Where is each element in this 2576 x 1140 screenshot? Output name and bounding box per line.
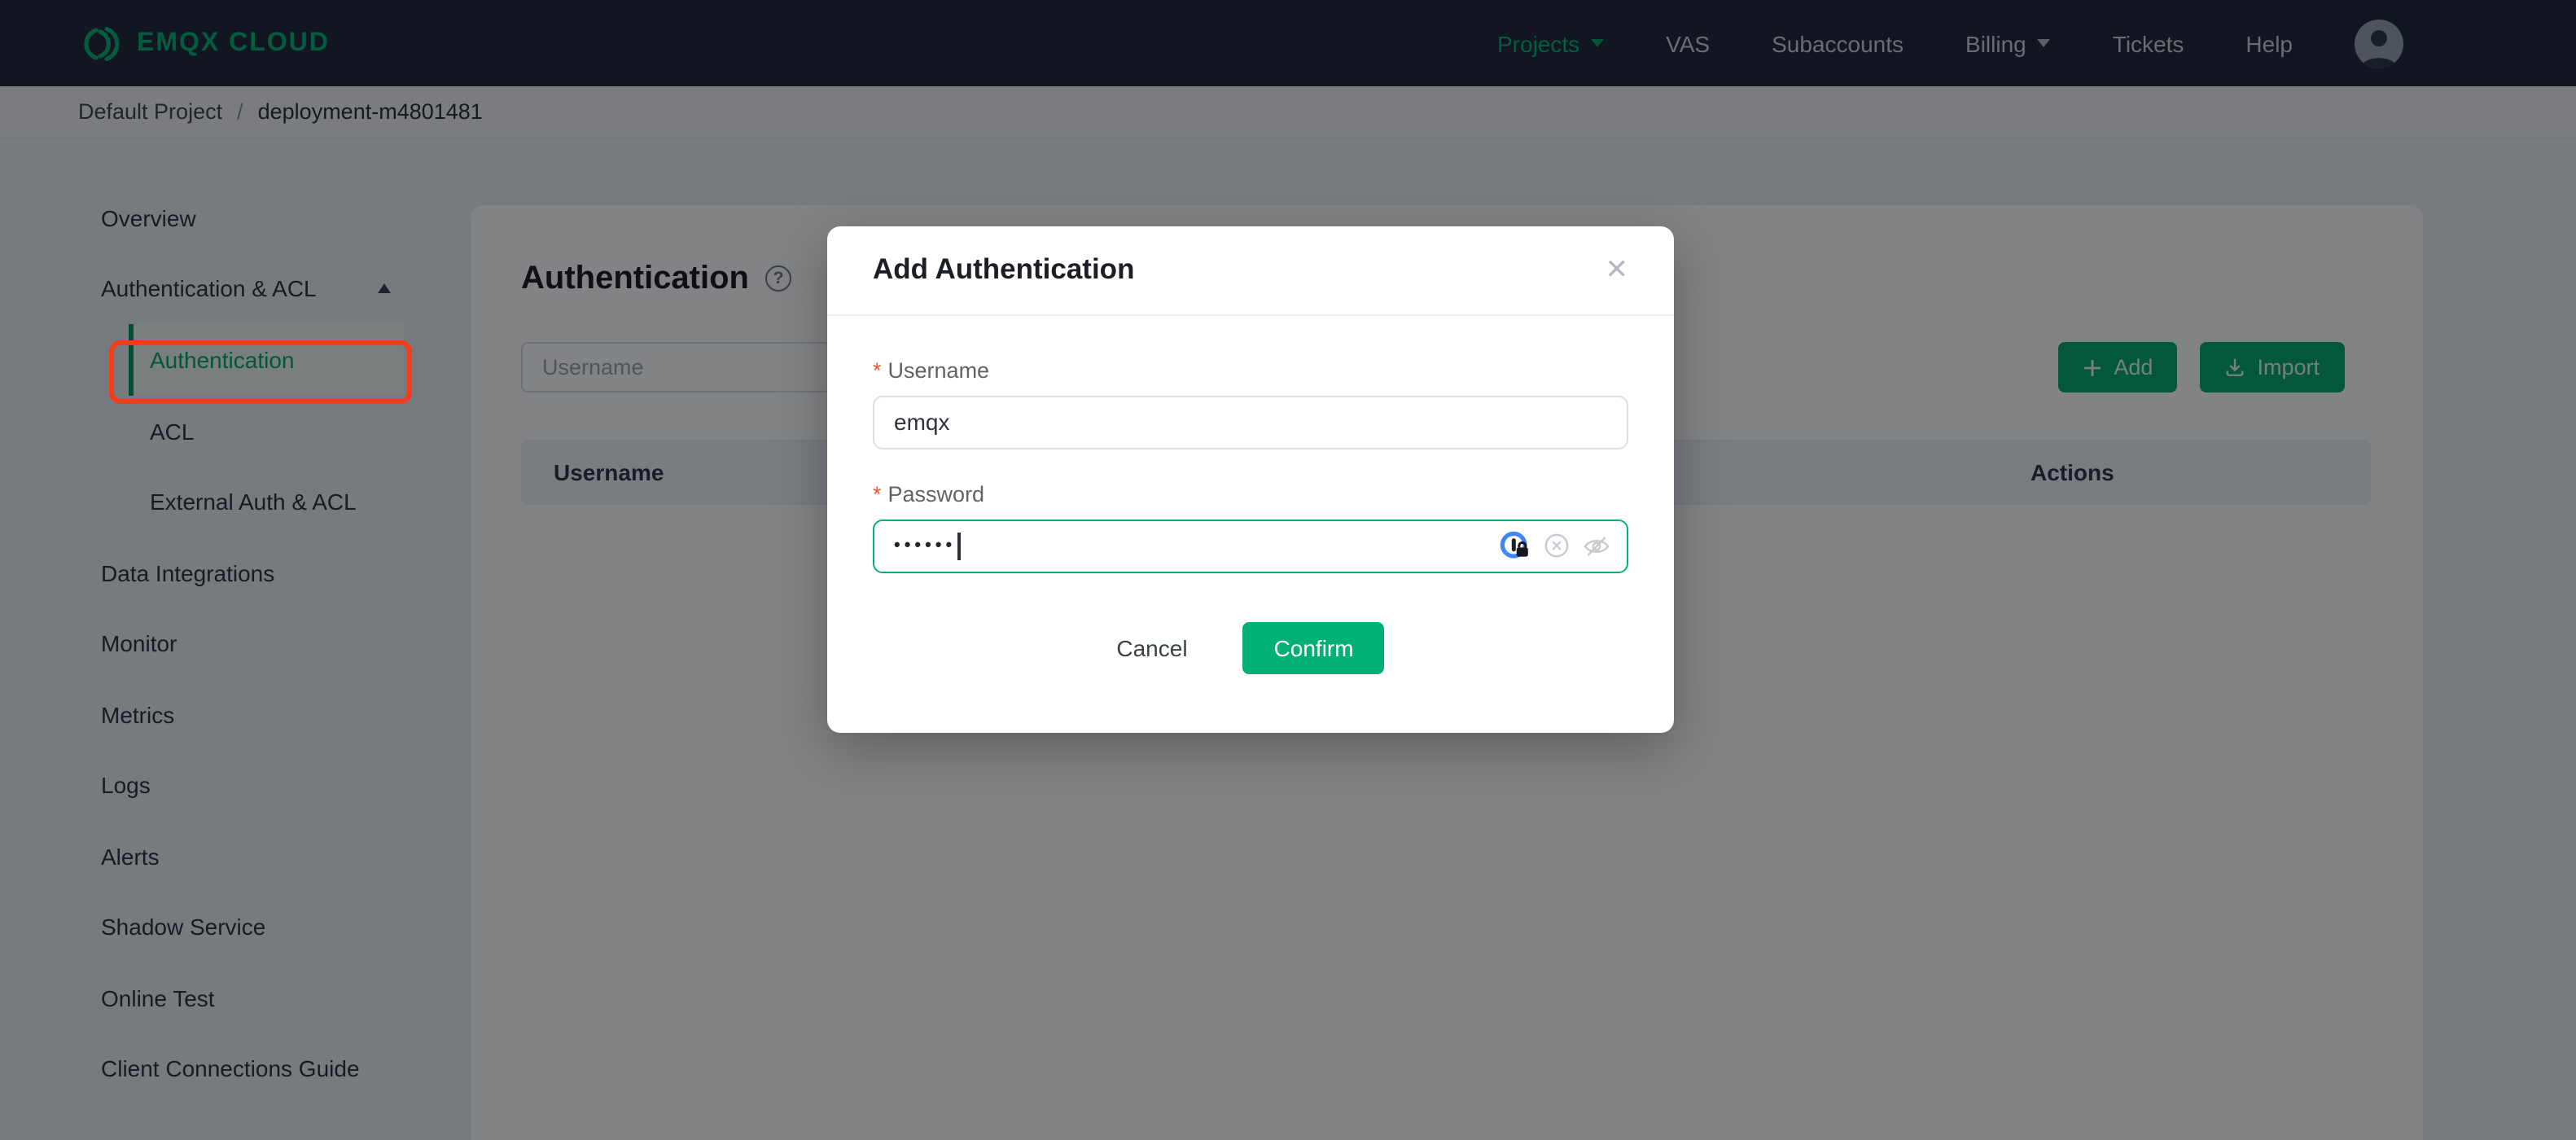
password-label: * Password [873,481,985,506]
modal-title: Add Authentication [873,252,1135,285]
required-asterisk: * [873,357,882,382]
confirm-button[interactable]: Confirm [1242,621,1385,673]
eye-off-icon[interactable] [1583,532,1610,559]
modal-header: Add Authentication ✕ [827,226,1674,315]
clear-circle-icon[interactable] [1544,533,1570,559]
password-field-icons [1500,520,1610,571]
cancel-button[interactable]: Cancel [1116,634,1187,660]
emqx-cloud-console: EMQX CLOUD Projects VAS Subaccounts Bill… [0,0,2576,1140]
modal-footer: Cancel Confirm [827,621,1674,732]
required-asterisk: * [873,481,882,506]
modal-body: *Username *Password •••••• [827,315,1674,572]
username-field[interactable] [873,395,1628,449]
add-authentication-modal: Add Authentication ✕ *Username *Password… [827,226,1674,732]
username-label: * Username [873,357,990,382]
masked-password-value: •••••• [894,536,957,555]
password-field[interactable]: •••••• [873,519,1628,572]
close-icon[interactable]: ✕ [1606,256,1629,283]
onepassword-icon[interactable] [1500,530,1531,561]
text-cursor [957,532,961,559]
